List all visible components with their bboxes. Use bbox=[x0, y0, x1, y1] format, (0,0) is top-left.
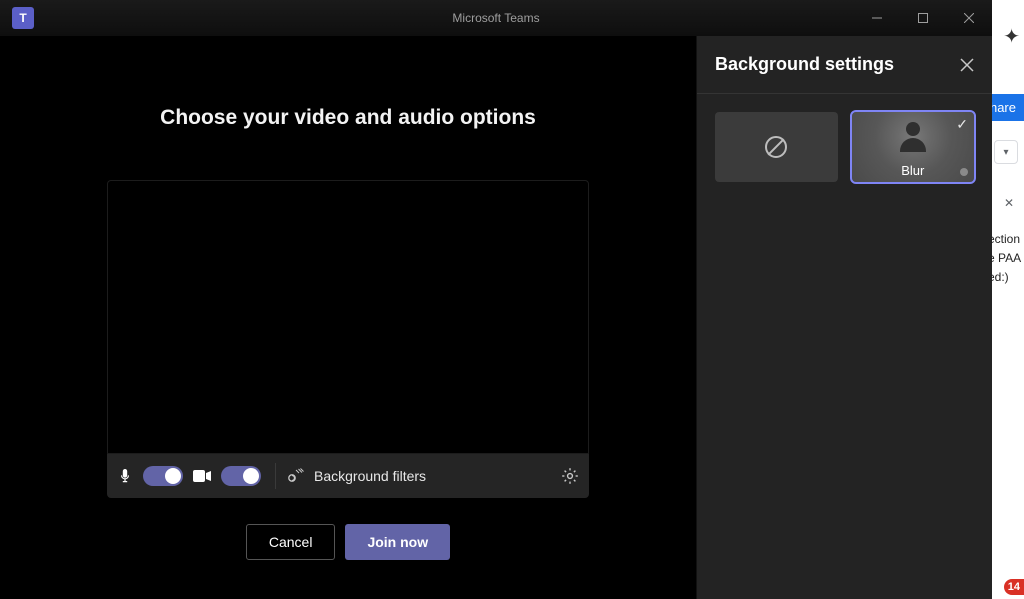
close-icon bbox=[964, 13, 974, 23]
microphone-icon bbox=[117, 468, 133, 484]
title-bar: Microsoft Teams bbox=[0, 0, 992, 36]
extension-icon[interactable]: ✦ bbox=[1003, 24, 1020, 49]
background-options: ✓ Blur bbox=[697, 94, 992, 200]
maximize-icon bbox=[918, 13, 928, 23]
camera-toggle[interactable] bbox=[221, 466, 261, 486]
background-option-none[interactable] bbox=[715, 112, 838, 182]
teams-window: Microsoft Teams Choose your video and au… bbox=[0, 0, 992, 599]
selected-check-icon: ✓ bbox=[956, 116, 968, 133]
window-controls bbox=[854, 0, 992, 36]
microphone-toggle[interactable] bbox=[143, 466, 183, 486]
divider bbox=[275, 463, 276, 489]
close-button[interactable] bbox=[946, 0, 992, 36]
minimize-button[interactable] bbox=[854, 0, 900, 36]
cancel-button[interactable]: Cancel bbox=[246, 524, 336, 560]
desktop: ✦ Share ▾ ✕ ection e PAA ed:) 14 Microso… bbox=[0, 0, 1024, 599]
background-option-blur[interactable]: ✓ Blur bbox=[852, 112, 975, 182]
panel-title: Background settings bbox=[715, 54, 894, 75]
maximize-button[interactable] bbox=[900, 0, 946, 36]
presence-dot bbox=[960, 168, 968, 176]
close-icon bbox=[960, 58, 974, 72]
prejoin-pane: Choose your video and audio options bbox=[0, 36, 696, 599]
teams-logo-icon bbox=[12, 7, 34, 29]
panel-header: Background settings bbox=[697, 36, 992, 94]
video-preview bbox=[107, 180, 589, 454]
tab-close-icon[interactable]: ✕ bbox=[1004, 196, 1014, 210]
action-buttons: Cancel Join now bbox=[246, 524, 450, 560]
background-settings-panel: Background settings ✓ Blur bbox=[696, 36, 992, 599]
background-filters-button[interactable]: Background filters bbox=[314, 468, 426, 484]
none-icon bbox=[765, 136, 787, 158]
window-title: Microsoft Teams bbox=[452, 11, 539, 25]
avatar-icon bbox=[900, 122, 926, 148]
panel-close-button[interactable] bbox=[960, 58, 974, 72]
body-row: Choose your video and audio options bbox=[0, 36, 992, 599]
media-controls-bar: Background filters bbox=[107, 454, 589, 498]
gear-icon bbox=[561, 467, 579, 485]
minimize-icon bbox=[872, 13, 882, 23]
blur-label: Blur bbox=[901, 163, 924, 178]
camera-icon bbox=[193, 469, 211, 483]
join-now-button[interactable]: Join now bbox=[345, 524, 450, 560]
user-dropdown[interactable]: ▾ bbox=[994, 140, 1018, 164]
prejoin-heading: Choose your video and audio options bbox=[160, 106, 536, 130]
device-settings-button[interactable] bbox=[561, 467, 579, 485]
notification-badge[interactable]: 14 bbox=[1004, 579, 1024, 595]
background-filters-icon bbox=[286, 468, 304, 484]
